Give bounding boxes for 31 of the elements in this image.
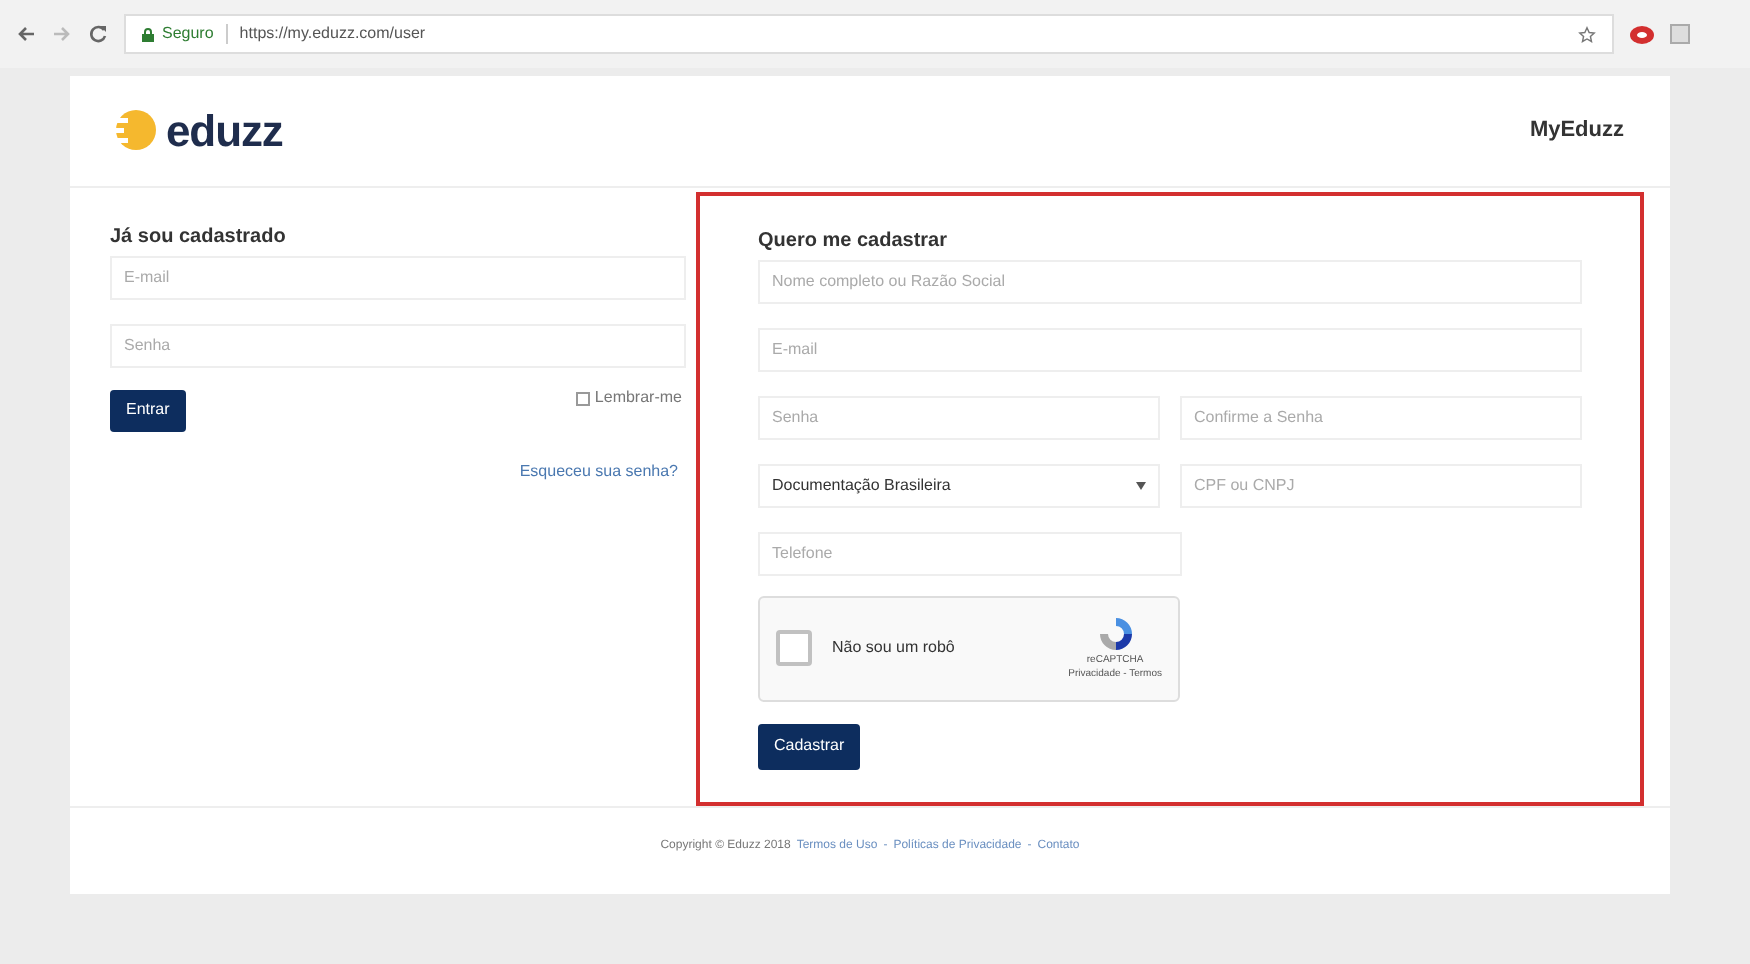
reload-icon[interactable] [88, 24, 108, 44]
document-type-dropdown[interactable]: Documentação Brasileira [758, 463, 1160, 508]
checkbox[interactable] [576, 391, 591, 406]
input-field[interactable]: Senha [110, 323, 686, 368]
extension-icon[interactable] [1630, 25, 1654, 43]
recaptcha-icon [1095, 613, 1136, 654]
address-bar[interactable]: Seguro https://my.eduzz.com/user [124, 14, 1614, 54]
url-text: https://my.eduzz.com/user [239, 22, 426, 46]
captcha-checkbox[interactable] [776, 630, 812, 667]
input-field[interactable]: Senha [758, 395, 1160, 440]
input-field[interactable]: E-mail [110, 255, 686, 300]
star-icon[interactable] [1578, 25, 1596, 43]
logo-text: eduzz [166, 103, 283, 160]
remember-label: Lembrar-me [594, 386, 682, 411]
caret-icon [1136, 481, 1146, 490]
input-field[interactable]: CPF ou CNPJ [1180, 463, 1582, 508]
back-icon[interactable] [16, 24, 36, 44]
forgot-password-link[interactable]: Esqueceu sua senha? [519, 459, 678, 484]
lock-icon [142, 27, 154, 41]
input-field[interactable]: E-mail [758, 327, 1582, 372]
login-button[interactable]: Entrar [110, 389, 186, 432]
security-label: Seguro [162, 22, 214, 46]
section-title: Já sou cadastrado [110, 223, 288, 252]
section-title: Quero me cadastrar [758, 227, 949, 256]
captcha-label: Não sou um robô [832, 636, 955, 661]
myeduzz-link[interactable]: MyEduzz [1529, 114, 1624, 148]
input-field[interactable]: Nome completo ou Razão Social [758, 259, 1582, 304]
input-field[interactable]: Confirme a Senha [1180, 395, 1582, 440]
signup-button[interactable]: Cadastrar [758, 723, 861, 770]
logo-icon [110, 108, 158, 153]
input-field[interactable]: Telefone [758, 531, 1182, 576]
